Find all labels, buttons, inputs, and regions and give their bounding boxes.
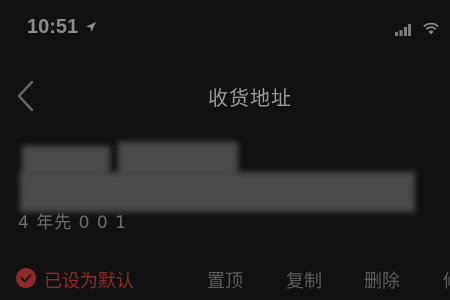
checked-circle-icon[interactable] xyxy=(16,268,36,288)
cellular-signal-icon xyxy=(395,24,411,36)
action-bar: 已设为默认 置顶 复制 删除 修 xyxy=(0,255,450,300)
address-line-fragment: 4 年先 0 0 1 xyxy=(18,213,127,233)
wifi-icon xyxy=(423,22,439,35)
copy-button[interactable]: 复制 xyxy=(286,267,322,293)
address-content[interactable]: 4 年先 0 0 1 xyxy=(0,128,450,243)
redacted-address xyxy=(20,172,415,212)
location-arrow-icon xyxy=(86,22,96,32)
pin-button[interactable]: 置顶 xyxy=(207,267,243,293)
redacted-phone xyxy=(118,142,238,176)
status-time: 10:51 xyxy=(27,16,79,38)
edit-button[interactable]: 修 xyxy=(443,267,450,293)
page-title: 收货地址 xyxy=(208,86,292,110)
status-bar: 10:51 xyxy=(0,0,450,62)
address-screen: 10:51 收货地址 4 年先 0 0 1 已设为默认 置顶 复制 删除 xyxy=(0,0,450,300)
default-address-label[interactable]: 已设为默认 xyxy=(44,267,134,293)
nav-bar: 收货地址 xyxy=(0,62,450,128)
delete-button[interactable]: 删除 xyxy=(364,267,400,293)
